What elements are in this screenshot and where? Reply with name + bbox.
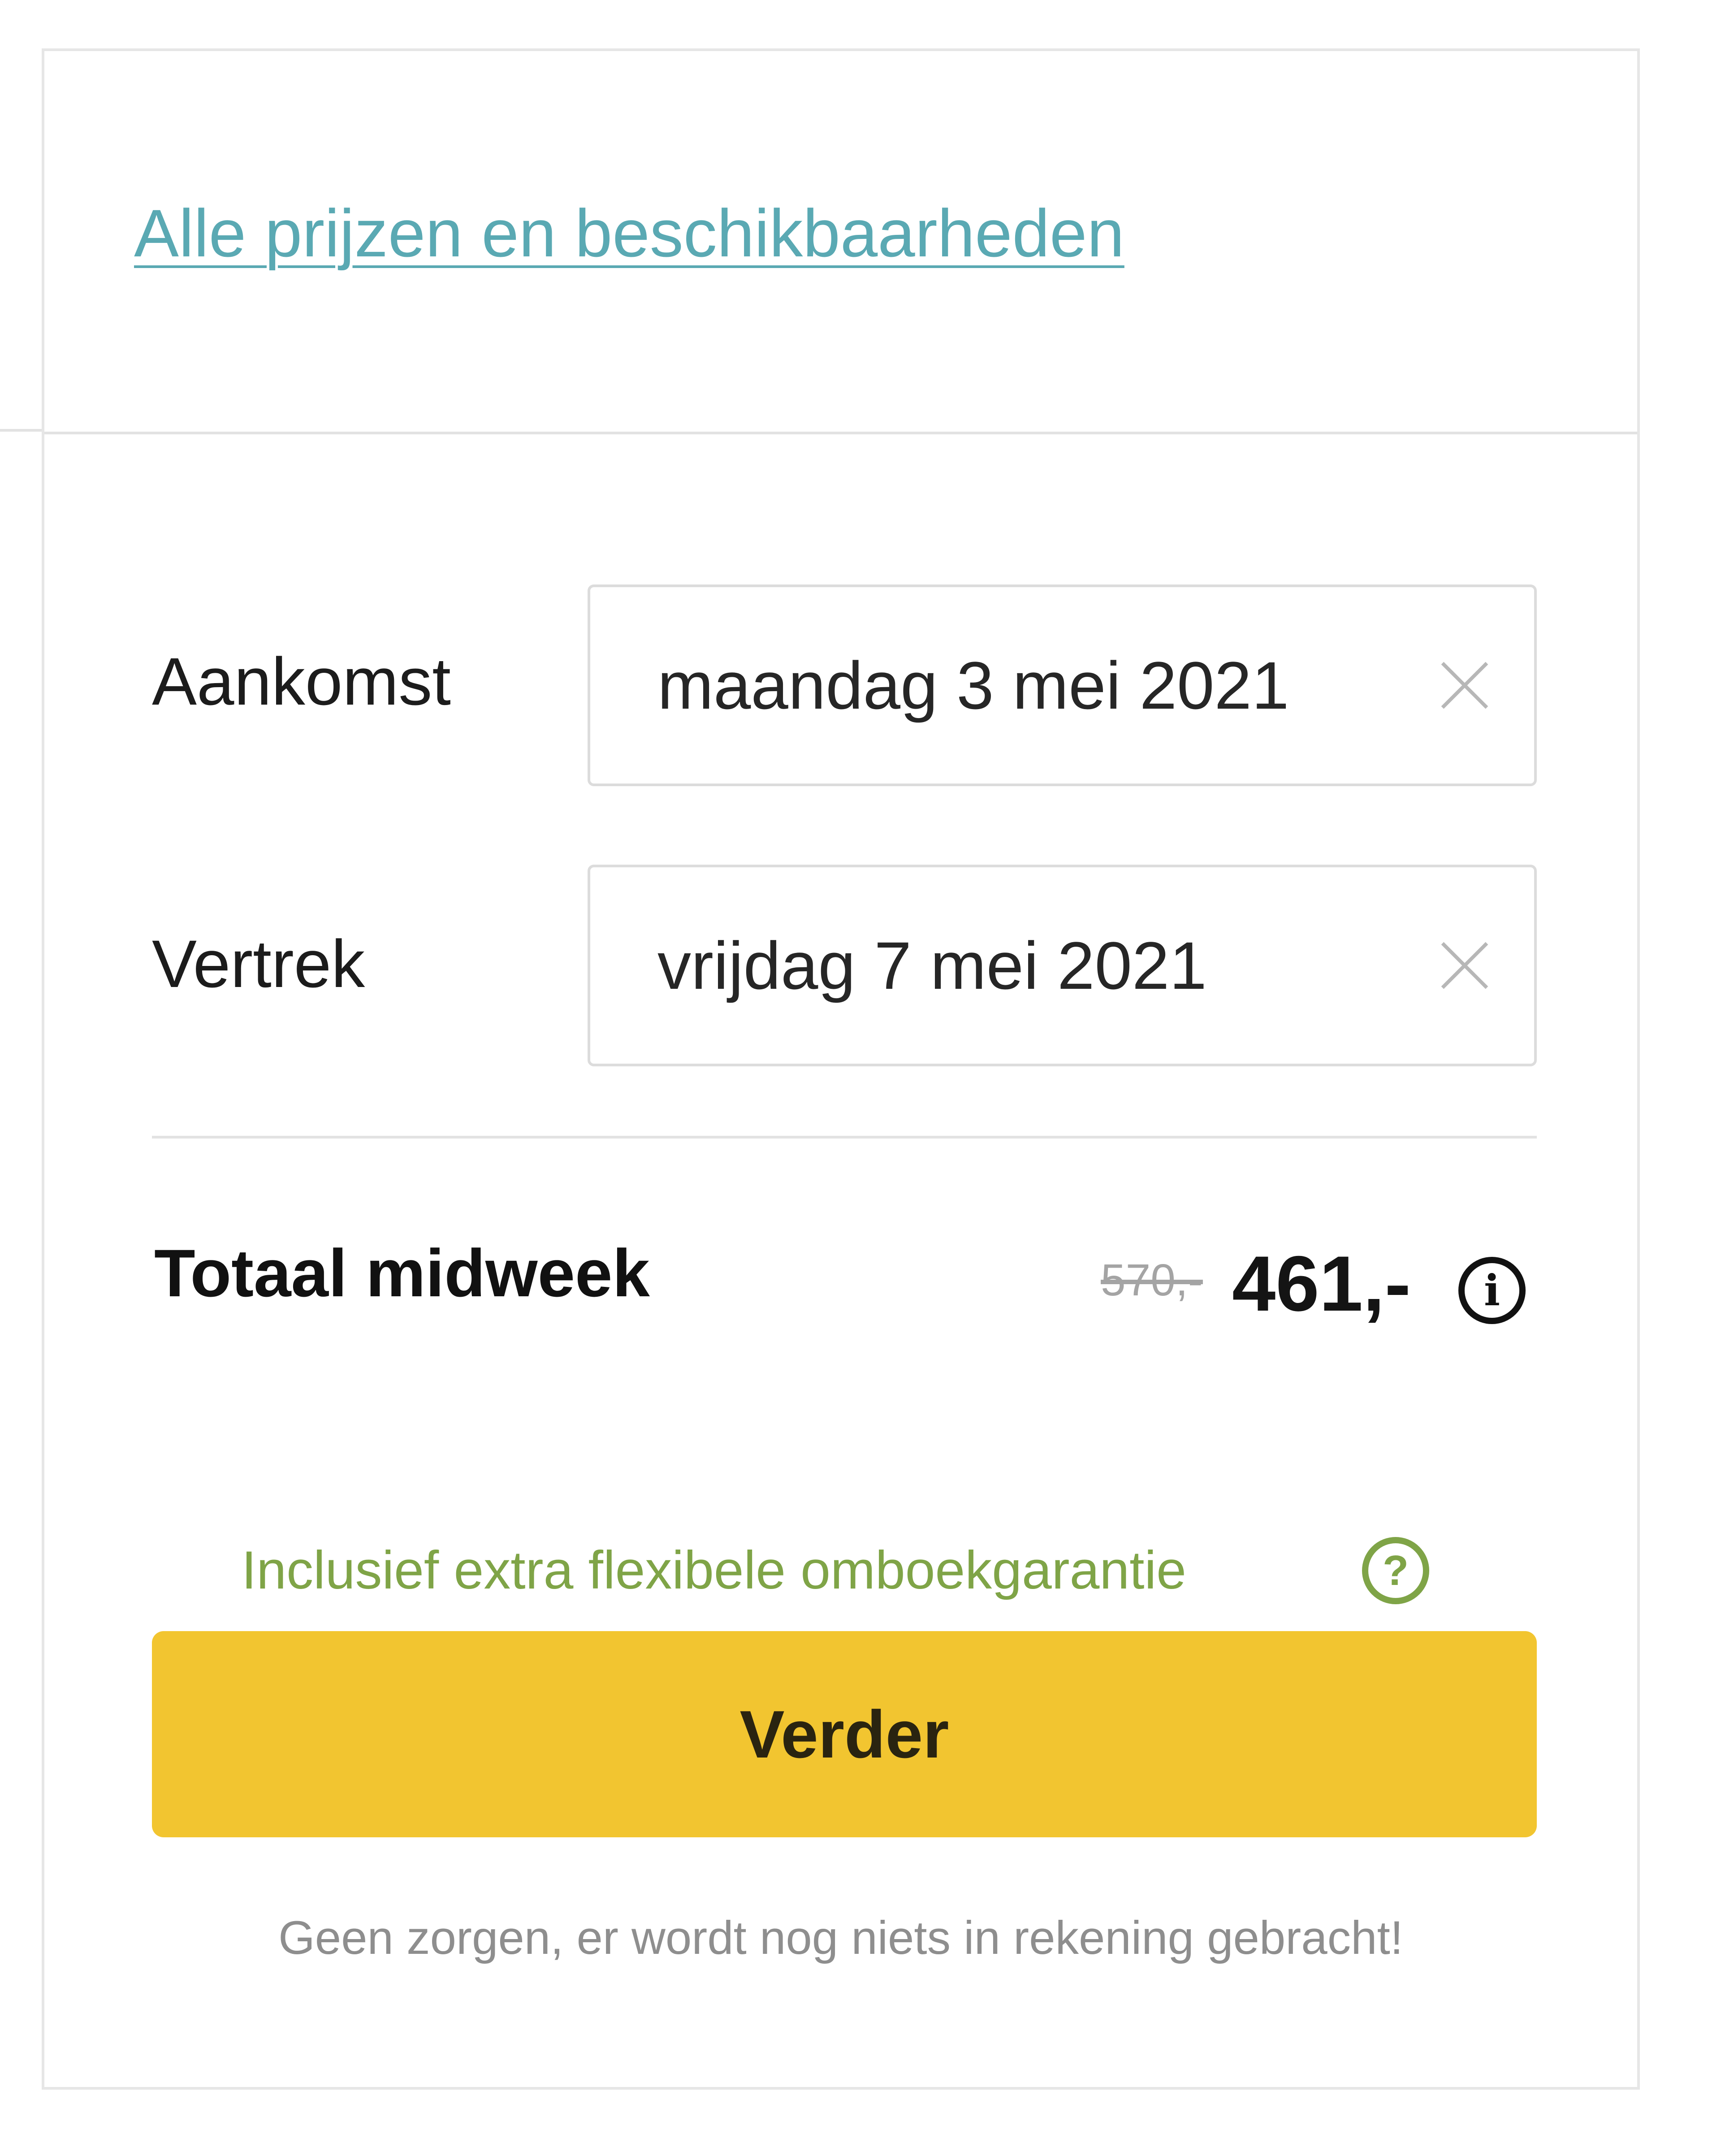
section-divider — [44, 432, 1637, 434]
arrival-date-field[interactable]: maandag 3 mei 2021 — [588, 584, 1537, 786]
close-icon[interactable] — [1440, 941, 1489, 990]
guarantee-row: Inclusief extra flexibele omboekgarantie… — [44, 1537, 1637, 1611]
price-divider — [152, 1136, 1537, 1139]
departure-label: Vertrek — [152, 926, 365, 1001]
total-price: 461,- — [1232, 1240, 1411, 1328]
info-icon[interactable]: i — [1458, 1257, 1526, 1324]
arrival-date-value: maandag 3 mei 2021 — [657, 647, 1289, 723]
reassurance-text: Geen zorgen, er wordt nog niets in reken… — [278, 1912, 1403, 1964]
outer-divider — [0, 429, 43, 432]
question-icon[interactable]: ? — [1362, 1537, 1429, 1604]
arrival-label: Aankomst — [152, 644, 451, 719]
guarantee-text: Inclusief extra flexibele omboekgarantie — [242, 1540, 1186, 1600]
booking-card: Alle prijzen en beschikbaarheden Aankoms… — [42, 48, 1640, 2090]
all-prices-link[interactable]: Alle prijzen en beschikbaarheden — [134, 195, 1124, 272]
continue-button[interactable]: Verder — [152, 1631, 1537, 1837]
departure-date-field[interactable]: vrijdag 7 mei 2021 — [588, 865, 1537, 1066]
total-label: Totaal midweek — [154, 1235, 650, 1311]
departure-date-value: vrijdag 7 mei 2021 — [657, 927, 1207, 1003]
close-icon[interactable] — [1440, 661, 1489, 710]
old-price: 570,- — [1101, 1255, 1203, 1305]
